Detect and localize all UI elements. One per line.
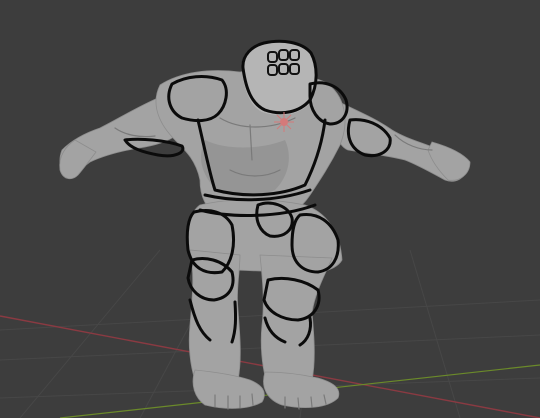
3d-viewport[interactable]	[0, 0, 540, 418]
viewport-canvas	[0, 39, 540, 418]
character-model[interactable]	[59, 39, 471, 410]
left-foot	[192, 369, 265, 409]
object-origin-icon[interactable]	[274, 112, 294, 132]
left-leg	[188, 249, 241, 385]
